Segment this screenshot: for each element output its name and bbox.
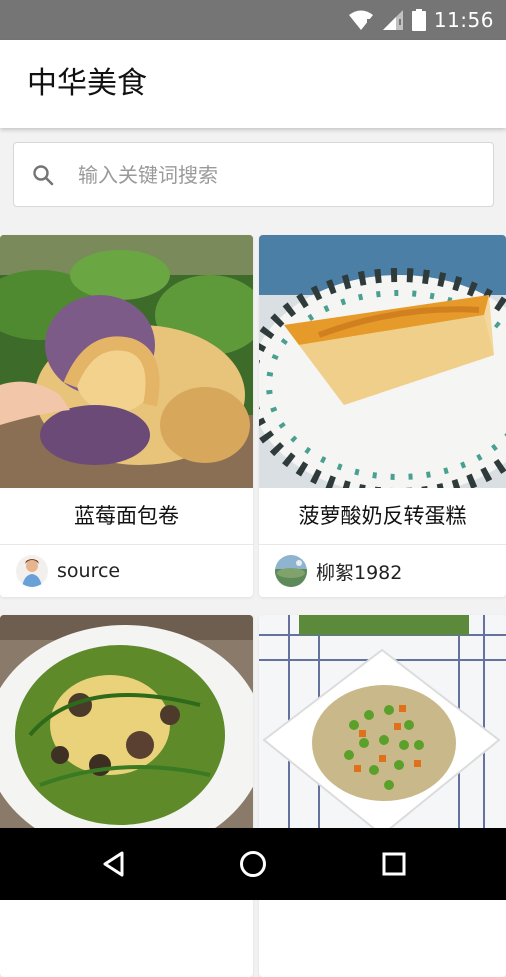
recipe-card[interactable]: [259, 615, 506, 977]
author-name: source: [57, 560, 121, 582]
navigation-bar: [0, 828, 506, 900]
status-time: 11:56: [433, 8, 494, 32]
recents-icon[interactable]: [376, 846, 412, 882]
recipe-photo: [259, 235, 506, 488]
search-input[interactable]: [78, 143, 478, 206]
recipe-card[interactable]: 菠萝酸奶反转蛋糕 柳絮1982: [259, 235, 506, 597]
recipe-title: 蓝莓面包卷: [74, 504, 179, 528]
recipe-author[interactable]: source: [0, 545, 253, 597]
status-bar: 11:56: [0, 0, 506, 40]
author-name: 柳絮1982: [316, 561, 403, 584]
status-icons: 11:56: [348, 8, 494, 32]
avatar: [16, 555, 48, 587]
wifi-icon: [348, 10, 373, 30]
home-icon[interactable]: [235, 846, 271, 882]
recipe-card[interactable]: [0, 615, 253, 977]
search-icon: [33, 165, 54, 186]
recipe-photo: [0, 235, 253, 488]
battery-icon: [411, 9, 426, 31]
recipe-title: 菠萝酸奶反转蛋糕: [298, 504, 467, 528]
app-title: 中华美食: [27, 66, 147, 101]
recipe-author[interactable]: 柳絮1982: [259, 545, 506, 597]
avatar: [275, 555, 307, 587]
search-box[interactable]: [13, 142, 494, 207]
signal-icon: [382, 10, 403, 30]
app-bar: 中华美食: [0, 40, 506, 128]
back-icon[interactable]: [96, 846, 132, 882]
recipe-card[interactable]: 蓝莓面包卷 source: [0, 235, 253, 597]
